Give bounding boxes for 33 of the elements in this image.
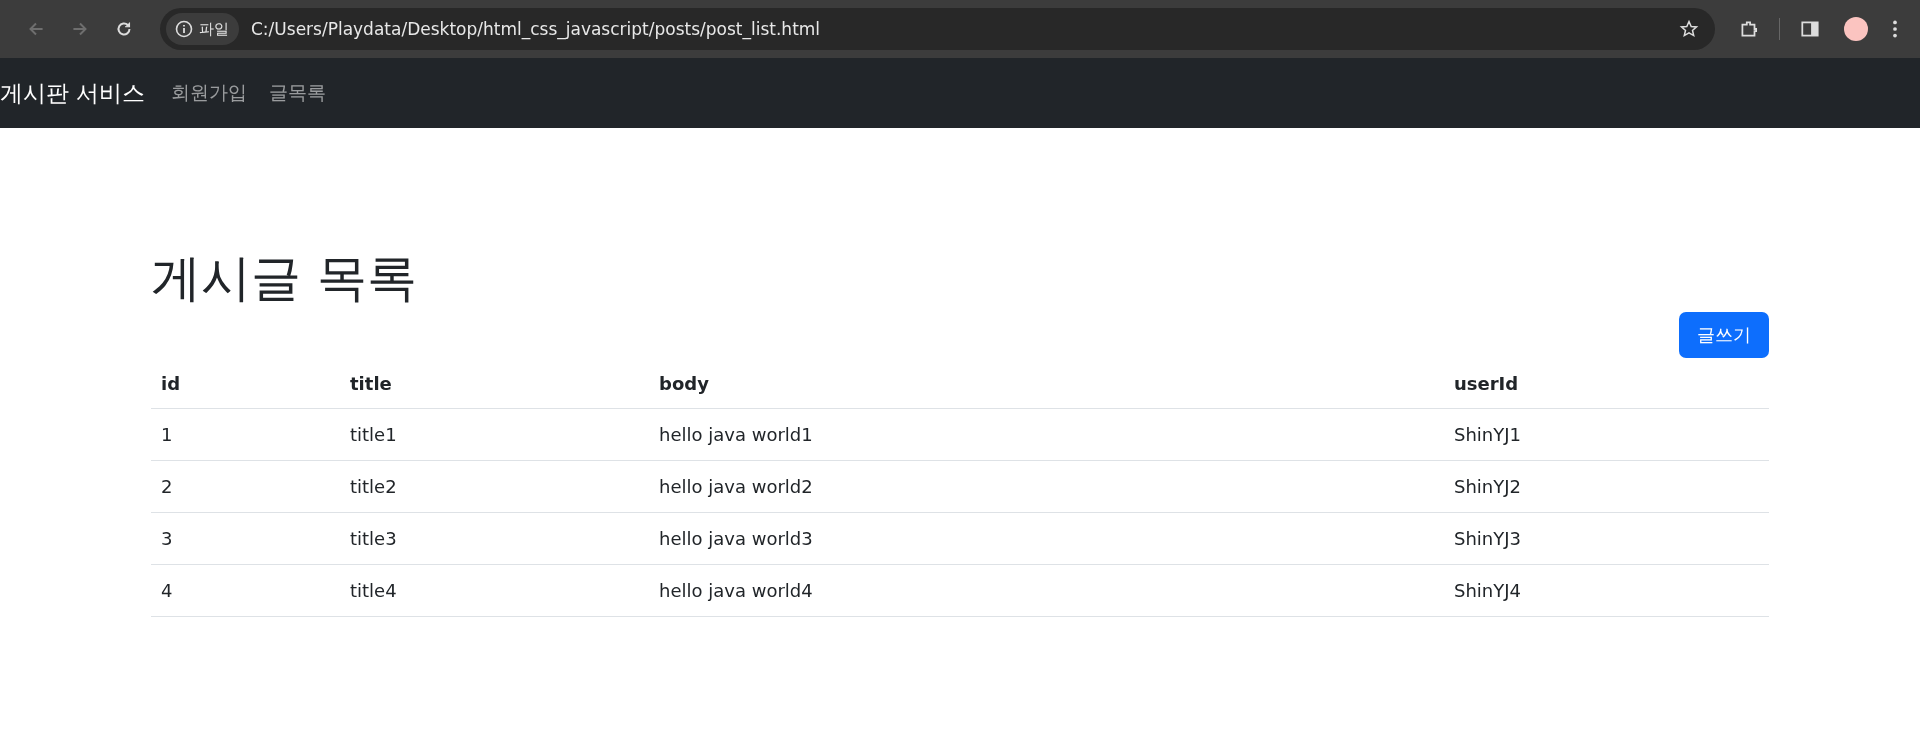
table-cell: 2 (151, 460, 340, 513)
column-header: id (151, 358, 340, 409)
address-bar[interactable]: 파일 C:/Users/Playdata/Desktop/html_css_javascript/posts/post_list.html (160, 8, 1715, 50)
table-cell: ShinYJ3 (1444, 512, 1769, 565)
info-icon (174, 19, 194, 39)
table-cell: hello java world4 (649, 564, 1444, 617)
site-info-chip[interactable]: 파일 (166, 13, 239, 45)
table-cell: ShinYJ2 (1444, 460, 1769, 513)
nav-link[interactable]: 회원가입 (171, 80, 248, 106)
write-button[interactable]: 글쓰기 (1679, 312, 1769, 358)
nav-link[interactable]: 글목록 (269, 80, 327, 106)
url-text: C:/Users/Playdata/Desktop/html_css_javascript/posts/post_list.html (251, 19, 822, 39)
table-cell: ShinYJ4 (1444, 564, 1769, 617)
brand-link[interactable]: 게시판 서비스 (0, 77, 146, 109)
profile-avatar[interactable] (1844, 17, 1868, 41)
table-cell: ShinYJ1 (1444, 408, 1769, 461)
table-cell: 3 (151, 512, 340, 565)
table-cell: 4 (151, 564, 340, 617)
table-cell: 1 (151, 408, 340, 461)
table-cell: title4 (340, 564, 649, 617)
table-cell: hello java world1 (649, 408, 1444, 461)
table-cell: hello java world3 (649, 512, 1444, 565)
column-header: title (340, 358, 649, 409)
table-cell: title2 (340, 460, 649, 513)
menu-icon[interactable] (1891, 18, 1899, 40)
page-heading: 게시글 목록 (151, 248, 418, 308)
site-info-label: 파일 (199, 19, 229, 39)
table-cell: title1 (340, 408, 649, 461)
star-icon[interactable] (1679, 19, 1699, 39)
column-header: body (649, 358, 1444, 409)
table-cell: hello java world2 (649, 460, 1444, 513)
column-header: userId (1444, 358, 1769, 409)
table-cell: title3 (340, 512, 649, 565)
